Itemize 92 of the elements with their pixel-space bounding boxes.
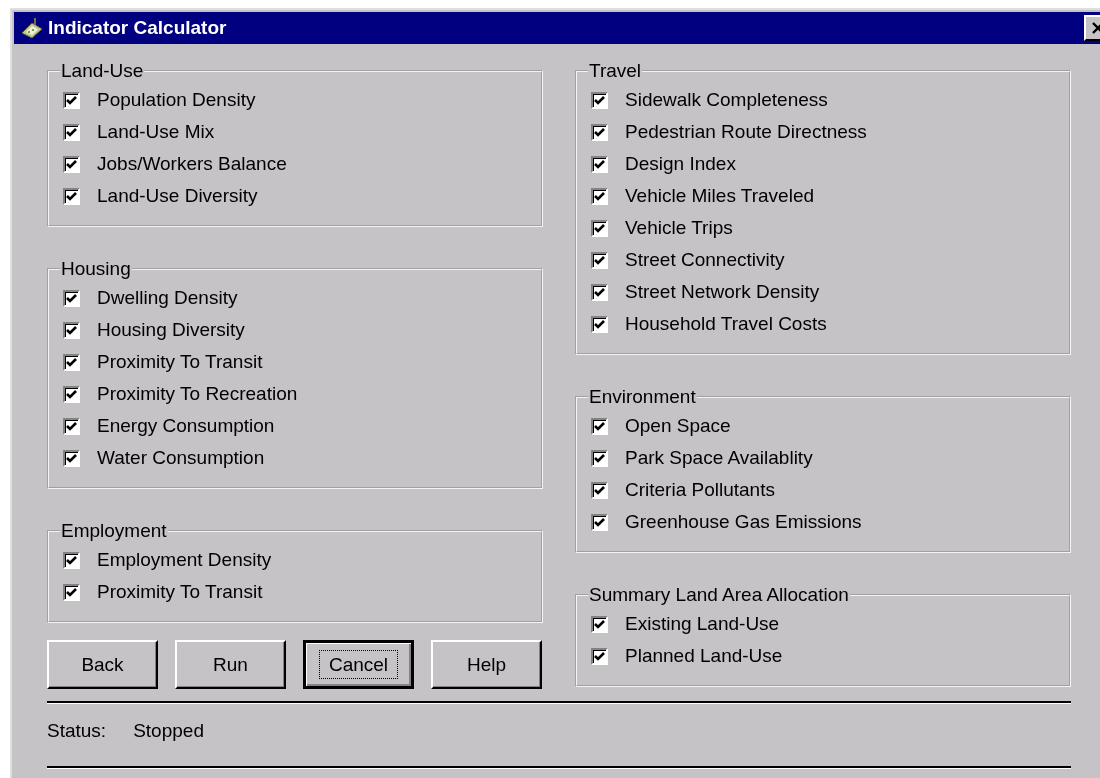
group-title: Employment [60, 520, 168, 542]
checkmark-icon [593, 483, 606, 497]
checkbox-label[interactable]: Proximity To Transit [97, 351, 263, 373]
checkmark-icon [593, 649, 606, 663]
checkmark-icon [593, 617, 606, 631]
group-title: Travel [588, 60, 643, 82]
checkbox[interactable] [591, 91, 608, 109]
checkbox[interactable] [591, 315, 608, 333]
checkbox[interactable] [591, 647, 608, 665]
checkmark-icon [593, 221, 606, 235]
checkbox[interactable] [591, 417, 608, 435]
checkbox-label[interactable]: Vehicle Miles Traveled [625, 185, 815, 207]
checkmark-icon [65, 157, 78, 171]
checkbox-label[interactable]: Proximity To Recreation [97, 383, 298, 405]
checkbox[interactable] [591, 481, 608, 499]
checkbox-label[interactable]: Open Space [625, 415, 731, 437]
checkbox-label[interactable]: Water Consumption [97, 447, 265, 469]
checkbox[interactable] [63, 91, 80, 109]
checkbox[interactable] [63, 385, 80, 403]
checkbox[interactable] [63, 583, 80, 601]
checkbox-label[interactable]: Land-Use Mix [97, 121, 215, 143]
checkbox[interactable] [591, 449, 608, 467]
checkbox-label[interactable]: Proximity To Transit [97, 581, 263, 603]
checkmark-icon [593, 189, 606, 203]
checkbox[interactable] [591, 283, 608, 301]
checkbox-label[interactable]: Employment Density [97, 549, 272, 571]
checkmark-icon [65, 93, 78, 107]
checkbox-label[interactable]: Energy Consumption [97, 415, 275, 437]
checkbox-label[interactable]: Street Connectivity [625, 249, 785, 271]
checkbox[interactable] [591, 251, 608, 269]
checkmark-icon [65, 291, 78, 305]
checkbox[interactable] [591, 155, 608, 173]
group-title: Environment [588, 386, 697, 408]
dialog-button[interactable]: Help [431, 640, 542, 689]
checkbox-label[interactable]: Population Density [97, 89, 256, 111]
checkbox[interactable] [591, 615, 608, 633]
checkbox-label[interactable]: Pedestrian Route Directness [625, 121, 867, 143]
checkmark-icon [65, 419, 78, 433]
checkbox[interactable] [63, 551, 80, 569]
checkbox[interactable] [63, 187, 80, 205]
calculator-icon [20, 17, 44, 39]
dialog-button[interactable]: Run [175, 640, 286, 689]
status-label: Status: [47, 720, 107, 742]
checkbox[interactable] [63, 123, 80, 141]
dialog-button[interactable]: Back [47, 640, 158, 689]
checkmark-icon [65, 323, 78, 337]
dialog-button[interactable]: Cancel [303, 640, 414, 689]
checkmark-icon [593, 317, 606, 331]
checkmark-icon [65, 387, 78, 401]
checkmark-icon [65, 451, 78, 465]
checkbox-label[interactable]: Jobs/Workers Balance [97, 153, 287, 175]
checkbox-label[interactable]: Greenhouse Gas Emissions [625, 511, 862, 533]
checkbox-label[interactable]: Criteria Pollutants [625, 479, 775, 501]
checkmark-icon [65, 355, 78, 369]
checkmark-icon [65, 125, 78, 139]
group-title: Housing [60, 258, 132, 280]
checkmark-icon [65, 585, 78, 599]
checkbox-label[interactable]: Street Network Density [625, 281, 820, 303]
checkmark-icon [65, 189, 78, 203]
checkbox-label[interactable]: Design Index [625, 153, 736, 175]
checkmark-icon [593, 285, 606, 299]
checkbox-label[interactable]: Housing Diversity [97, 319, 245, 341]
checkbox[interactable] [63, 449, 80, 467]
checkbox[interactable] [591, 123, 608, 141]
checkmark-icon [593, 125, 606, 139]
checkbox[interactable] [63, 155, 80, 173]
checkbox[interactable] [63, 289, 80, 307]
checkbox[interactable] [63, 353, 80, 371]
checkbox-label[interactable]: Land-Use Diversity [97, 185, 258, 207]
checkbox[interactable] [63, 321, 80, 339]
checkbox-label[interactable]: Sidewalk Completeness [625, 89, 828, 111]
checkbox[interactable] [591, 513, 608, 531]
checkmark-icon [593, 451, 606, 465]
checkmark-icon [593, 515, 606, 529]
status-value: Stopped [133, 720, 204, 742]
group-title: Summary Land Area Allocation [588, 584, 850, 606]
checkbox-label[interactable]: Existing Land-Use [625, 613, 780, 635]
checkbox-label[interactable]: Dwelling Density [97, 287, 238, 309]
checkbox-label[interactable]: Park Space Availablity [625, 447, 813, 469]
checkbox[interactable] [591, 219, 608, 237]
checkbox-label[interactable]: Household Travel Costs [625, 313, 827, 335]
checkbox-label[interactable]: Planned Land-Use [625, 645, 783, 667]
checkmark-icon [593, 93, 606, 107]
checkbox[interactable] [591, 187, 608, 205]
checkmark-icon [593, 419, 606, 433]
checkbox-label[interactable]: Vehicle Trips [625, 217, 733, 239]
checkmark-icon [65, 553, 78, 567]
group-title: Land-Use [60, 60, 145, 82]
window-title: Indicator Calculator [48, 17, 228, 39]
checkbox[interactable] [63, 417, 80, 435]
checkmark-icon [593, 253, 606, 267]
checkmark-icon [593, 157, 606, 171]
